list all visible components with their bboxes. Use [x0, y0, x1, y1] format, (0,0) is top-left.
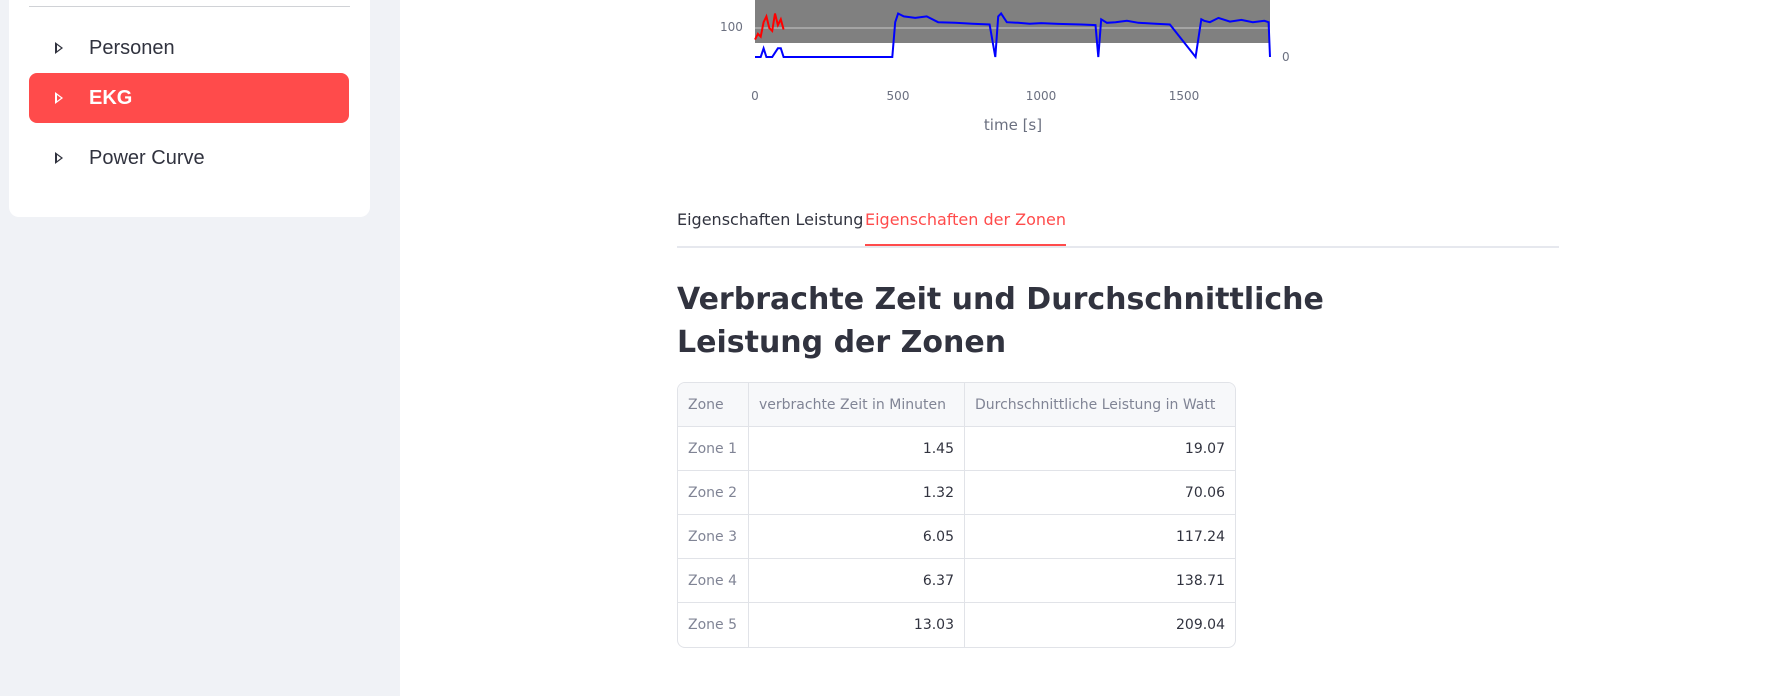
nav-divider: [29, 6, 350, 7]
table-header-row: Zone verbrachte Zeit in Minuten Durchsch…: [678, 383, 1235, 427]
table-cell-power: 70.06: [965, 471, 1235, 515]
sidebar-item-label: EKG: [89, 86, 133, 109]
table-cell-power: 117.24: [965, 515, 1235, 559]
table-cell-zone: Zone 3: [678, 515, 749, 559]
sidebar-nav-card: Personen EKG Power Curve: [9, 0, 370, 217]
table-row: Zone 1 1.45 19.07: [678, 427, 1235, 471]
table-row: Zone 5 13.03 209.04: [678, 603, 1235, 647]
tab-eigenschaften-der-zonen[interactable]: Eigenschaften der Zonen: [865, 210, 1067, 246]
play-triangle-icon: [55, 92, 63, 104]
sidebar-item-personen[interactable]: Personen: [29, 23, 349, 73]
sidebar-item-label: Power Curve: [89, 146, 205, 169]
table-cell-time: 1.45: [749, 427, 965, 471]
table-row: Zone 4 6.37 138.71: [678, 559, 1235, 603]
sidebar-item-label: Personen: [89, 36, 175, 59]
power-chart: 100 0 0 500 1000 1500 time [s]: [660, 0, 1320, 140]
sidebar-item-power-curve[interactable]: Power Curve: [29, 133, 349, 183]
table-cell-time: 13.03: [749, 603, 965, 647]
play-triangle-icon: [55, 152, 63, 164]
tab-eigenschaften-leistung[interactable]: Eigenschaften Leistung: [677, 210, 863, 246]
column-header[interactable]: Zone: [678, 383, 749, 427]
sidebar-item-ekg[interactable]: EKG: [29, 73, 349, 123]
section-title: Verbrachte Zeit und Durchschnittliche Le…: [677, 282, 1324, 360]
column-header[interactable]: Durchschnittliche Leistung in Watt: [965, 383, 1235, 427]
table-cell-power: 19.07: [965, 427, 1235, 471]
table-cell-power: 209.04: [1176, 617, 1225, 633]
x-tick-label: 500: [886, 89, 910, 103]
table-row: Zone 2 1.32 70.06: [678, 471, 1235, 515]
table-row: Zone 3 6.05 117.24: [678, 515, 1235, 559]
table-cell-time: 6.37: [749, 559, 965, 603]
table-cell-zone: Zone 2: [678, 471, 749, 515]
zones-table: Zone verbrachte Zeit in Minuten Durchsch…: [677, 382, 1236, 648]
y-tick-label-left: 100: [720, 20, 743, 34]
tab-bar: Eigenschaften Leistung Eigenschaften der…: [677, 200, 1559, 248]
x-tick-label: 0: [751, 89, 759, 103]
y-tick-label-right: 0: [1282, 50, 1290, 64]
x-tick-label: 1000: [1025, 89, 1057, 103]
table-cell-power: 138.71: [965, 559, 1235, 603]
x-tick-label: 1500: [1168, 89, 1200, 103]
table-cell-zone: Zone 1: [678, 427, 749, 471]
table-cell-time: 1.32: [749, 471, 965, 515]
x-axis-label: time [s]: [983, 116, 1043, 134]
table-cell-time: 6.05: [749, 515, 965, 559]
play-triangle-icon: [55, 42, 63, 54]
table-cell-zone: Zone 5: [678, 603, 749, 647]
sidebar: Personen EKG Power Curve: [0, 0, 400, 696]
table-cell-zone: Zone 4: [678, 559, 749, 603]
column-header[interactable]: verbrachte Zeit in Minuten: [749, 383, 965, 427]
